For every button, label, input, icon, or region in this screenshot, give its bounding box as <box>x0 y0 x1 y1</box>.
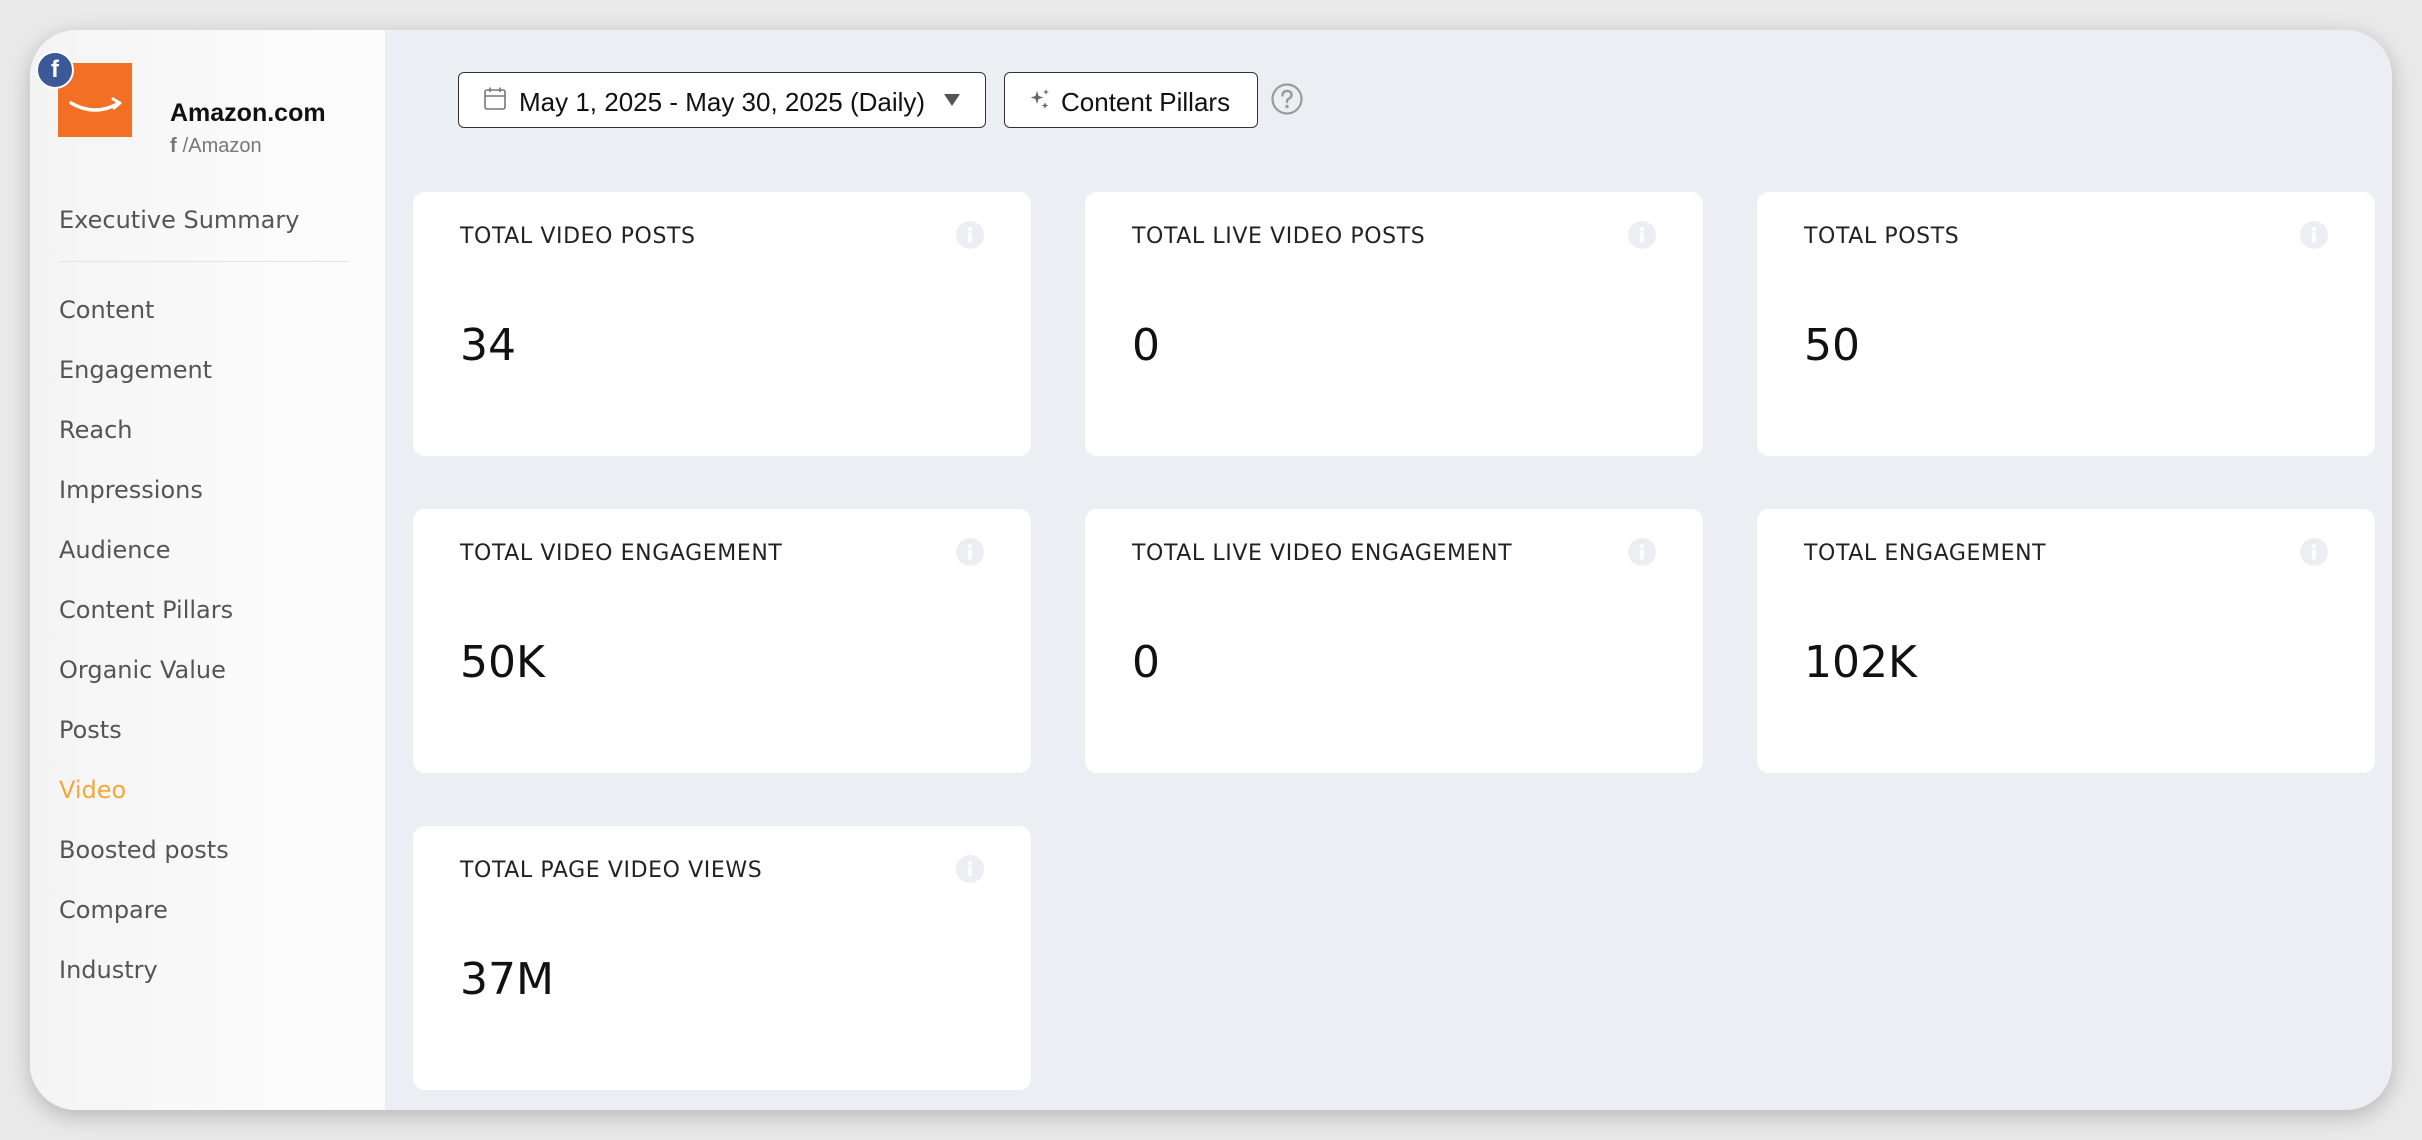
metric-title: TOTAL POSTS <box>1804 224 1960 249</box>
metric-title: TOTAL VIDEO POSTS <box>460 224 696 249</box>
calendar-icon <box>483 86 507 117</box>
metric-title: TOTAL VIDEO ENGAGEMENT <box>460 541 783 566</box>
metric-value: 50 <box>1804 320 1860 371</box>
brand-name: Amazon.com <box>170 99 326 127</box>
date-range-picker[interactable]: May 1, 2025 - May 30, 2025 (Daily) <box>458 72 986 128</box>
info-icon[interactable] <box>955 854 985 884</box>
brand-handle: f/Amazon <box>170 135 262 158</box>
facebook-f-icon: f <box>170 135 177 157</box>
metric-value: 102K <box>1804 637 1917 688</box>
metric-card-total-video-engagement: TOTAL VIDEO ENGAGEMENT 50K <box>413 509 1031 773</box>
metric-value: 37M <box>460 954 554 1005</box>
metric-card-total-video-posts: TOTAL VIDEO POSTS 34 <box>413 192 1031 456</box>
metric-value: 0 <box>1132 320 1160 371</box>
facebook-badge-icon: f <box>36 51 74 89</box>
info-icon[interactable] <box>1627 537 1657 567</box>
sidebar-item-boosted-posts[interactable]: Boosted posts <box>59 820 349 880</box>
sidebar-item-content[interactable]: Content <box>59 280 349 340</box>
metric-card-total-posts: TOTAL POSTS 50 <box>1757 192 2375 456</box>
sidebar-item-posts[interactable]: Posts <box>59 700 349 760</box>
amazon-logo: f <box>36 51 132 137</box>
info-icon[interactable] <box>955 220 985 250</box>
sidebar-item-content-pillars[interactable]: Content Pillars <box>59 580 349 640</box>
sidebar-item-audience[interactable]: Audience <box>59 520 349 580</box>
sidebar-item-organic-value[interactable]: Organic Value <box>59 640 349 700</box>
sidebar-item-engagement[interactable]: Engagement <box>59 340 349 400</box>
sidebar: f Amazon.com f/Amazon Executive Summary … <box>30 30 385 1110</box>
metric-title: TOTAL ENGAGEMENT <box>1804 541 2047 566</box>
sparkle-icon <box>1029 87 1053 118</box>
sidebar-item-video[interactable]: Video <box>59 760 349 820</box>
metric-value: 34 <box>460 320 516 371</box>
sidebar-item-executive-summary[interactable]: Executive Summary <box>59 190 349 250</box>
metric-card-total-engagement: TOTAL ENGAGEMENT 102K <box>1757 509 2375 773</box>
nav-divider <box>59 261 349 262</box>
sidebar-item-industry[interactable]: Industry <box>59 940 349 1000</box>
brand-handle-text: /Amazon <box>182 135 262 157</box>
metric-value: 0 <box>1132 637 1160 688</box>
brand-header: f Amazon.com f/Amazon <box>36 51 378 157</box>
metric-card-total-live-video-engagement: TOTAL LIVE VIDEO ENGAGEMENT 0 <box>1085 509 1703 773</box>
caret-down-icon <box>943 93 961 112</box>
metric-title: TOTAL LIVE VIDEO POSTS <box>1132 224 1426 249</box>
metric-title: TOTAL LIVE VIDEO ENGAGEMENT <box>1132 541 1513 566</box>
sidebar-nav: Executive Summary Content Engagement Rea… <box>59 190 349 1000</box>
info-icon[interactable] <box>2299 537 2329 567</box>
sidebar-item-compare[interactable]: Compare <box>59 880 349 940</box>
info-icon[interactable] <box>2299 220 2329 250</box>
metric-card-total-live-video-posts: TOTAL LIVE VIDEO POSTS 0 <box>1085 192 1703 456</box>
date-range-label: May 1, 2025 - May 30, 2025 (Daily) <box>519 87 926 117</box>
metric-card-total-page-video-views: TOTAL PAGE VIDEO VIEWS 37M <box>413 826 1031 1090</box>
info-icon[interactable] <box>1627 220 1657 250</box>
info-icon[interactable] <box>955 537 985 567</box>
help-icon[interactable] <box>1270 82 1304 121</box>
content-pillars-label: Content Pillars <box>1061 87 1231 117</box>
sidebar-item-reach[interactable]: Reach <box>59 400 349 460</box>
app-window: f Amazon.com f/Amazon Executive Summary … <box>30 30 2392 1110</box>
metric-value: 50K <box>460 637 545 688</box>
metric-title: TOTAL PAGE VIDEO VIEWS <box>460 858 763 883</box>
content-pillars-button[interactable]: Content Pillars <box>1004 72 1258 128</box>
sidebar-item-impressions[interactable]: Impressions <box>59 460 349 520</box>
